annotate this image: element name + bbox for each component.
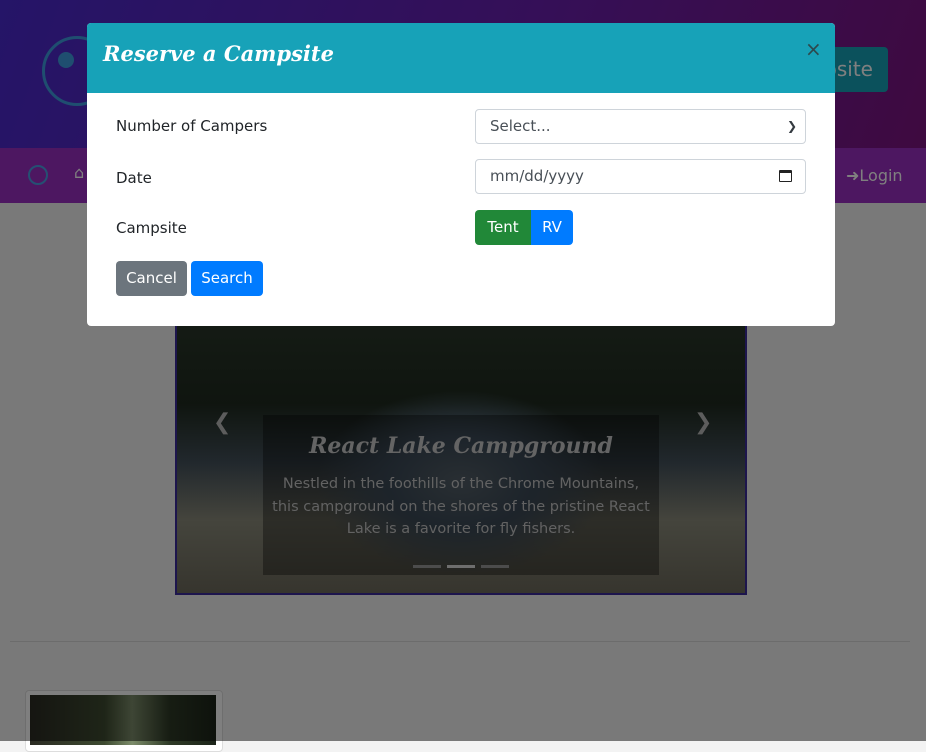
modal-header: Reserve a Campsite × (87, 23, 835, 93)
modal-title: Reserve a Campsite (103, 41, 334, 66)
cancel-button[interactable]: Cancel (116, 261, 187, 296)
chevron-down-icon: ❯ (786, 119, 797, 133)
close-icon[interactable]: × (805, 37, 822, 61)
tent-toggle-button[interactable]: Tent (475, 210, 531, 245)
campers-select-value: Select... (490, 117, 551, 135)
rv-toggle-button[interactable]: RV (531, 210, 573, 245)
date-label: Date (116, 169, 152, 187)
date-input[interactable]: mm/dd/yyyy (475, 159, 806, 194)
date-placeholder: mm/dd/yyyy (490, 167, 584, 185)
campsite-label: Campsite (116, 219, 187, 237)
campers-label: Number of Campers (116, 117, 268, 135)
search-button[interactable]: Search (191, 261, 263, 296)
calendar-icon[interactable] (779, 170, 792, 182)
campers-select[interactable]: Select... ❯ (475, 109, 806, 144)
reserve-campsite-modal: Reserve a Campsite × Number of Campers S… (87, 23, 835, 326)
